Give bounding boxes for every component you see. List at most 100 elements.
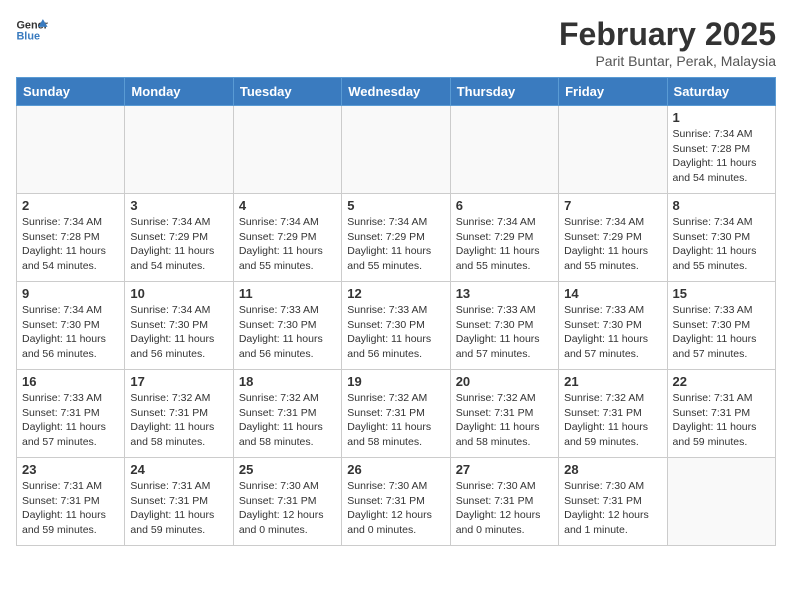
calendar-week-row: 23 Sunrise: 7:31 AMSunset: 7:31 PMDayligh…	[17, 458, 776, 546]
calendar-day-cell: 12Sunrise: 7:33 AMSunset: 7:30 PMDayligh…	[342, 282, 450, 370]
calendar-day-cell	[450, 106, 558, 194]
page-header: General Blue February 2025 Parit Buntar,…	[16, 16, 776, 69]
day-number: 22	[673, 374, 770, 389]
calendar-day-cell: 8 Sunrise: 7:34 AMSunset: 7:30 PMDaylight…	[667, 194, 775, 282]
day-number: 8	[673, 198, 770, 213]
day-info: Sunrise: 7:31 AMSunset: 7:31 PMDaylight:…	[22, 479, 119, 538]
calendar-day-cell: 20 Sunrise: 7:32 AMSunset: 7:31 PMDayligh…	[450, 370, 558, 458]
calendar-week-row: 9 Sunrise: 7:34 AMSunset: 7:30 PMDaylight…	[17, 282, 776, 370]
logo-icon: General Blue	[16, 16, 48, 44]
day-number: 1	[673, 110, 770, 125]
day-info: Sunrise: 7:33 AMSunset: 7:31 PMDaylight:…	[22, 391, 119, 450]
day-info: Sunrise: 7:33 AMSunset: 7:30 PMDaylight:…	[673, 303, 770, 362]
day-number: 18	[239, 374, 336, 389]
day-info: Sunrise: 7:33 AMSunset: 7:30 PMDaylight:…	[564, 303, 661, 362]
day-of-week-header: Saturday	[667, 78, 775, 106]
day-info: Sunrise: 7:32 AMSunset: 7:31 PMDaylight:…	[347, 391, 444, 450]
day-number: 9	[22, 286, 119, 301]
calendar-day-cell	[125, 106, 233, 194]
calendar-day-cell: 27 Sunrise: 7:30 AMSunset: 7:31 PMDayligh…	[450, 458, 558, 546]
calendar-day-cell: 21 Sunrise: 7:32 AMSunset: 7:31 PMDayligh…	[559, 370, 667, 458]
day-number: 4	[239, 198, 336, 213]
day-number: 16	[22, 374, 119, 389]
calendar-day-cell: 14Sunrise: 7:33 AMSunset: 7:30 PMDayligh…	[559, 282, 667, 370]
day-info: Sunrise: 7:34 AMSunset: 7:30 PMDaylight:…	[22, 303, 119, 362]
day-number: 17	[130, 374, 227, 389]
calendar-day-cell: 7 Sunrise: 7:34 AMSunset: 7:29 PMDaylight…	[559, 194, 667, 282]
svg-text:Blue: Blue	[16, 30, 40, 42]
day-number: 24	[130, 462, 227, 477]
day-of-week-header: Thursday	[450, 78, 558, 106]
day-info: Sunrise: 7:31 AMSunset: 7:31 PMDaylight:…	[130, 479, 227, 538]
day-info: Sunrise: 7:33 AMSunset: 7:30 PMDaylight:…	[239, 303, 336, 362]
calendar-day-cell: 25 Sunrise: 7:30 AMSunset: 7:31 PMDayligh…	[233, 458, 341, 546]
day-number: 19	[347, 374, 444, 389]
day-info: Sunrise: 7:33 AMSunset: 7:30 PMDaylight:…	[347, 303, 444, 362]
calendar-day-cell: 5 Sunrise: 7:34 AMSunset: 7:29 PMDaylight…	[342, 194, 450, 282]
calendar-day-cell	[342, 106, 450, 194]
calendar-day-cell: 18Sunrise: 7:32 AMSunset: 7:31 PMDayligh…	[233, 370, 341, 458]
day-info: Sunrise: 7:34 AMSunset: 7:29 PMDaylight:…	[347, 215, 444, 274]
day-number: 6	[456, 198, 553, 213]
logo: General Blue	[16, 16, 48, 44]
month-title: February 2025	[559, 16, 776, 53]
calendar-day-cell	[17, 106, 125, 194]
day-number: 3	[130, 198, 227, 213]
day-info: Sunrise: 7:30 AMSunset: 7:31 PMDaylight:…	[456, 479, 553, 538]
day-number: 23	[22, 462, 119, 477]
day-of-week-header: Wednesday	[342, 78, 450, 106]
day-number: 28	[564, 462, 661, 477]
day-info: Sunrise: 7:32 AMSunset: 7:31 PMDaylight:…	[130, 391, 227, 450]
day-number: 25	[239, 462, 336, 477]
calendar-week-row: 16 Sunrise: 7:33 AMSunset: 7:31 PMDayligh…	[17, 370, 776, 458]
day-info: Sunrise: 7:31 AMSunset: 7:31 PMDaylight:…	[673, 391, 770, 450]
day-info: Sunrise: 7:34 AMSunset: 7:28 PMDaylight:…	[22, 215, 119, 274]
calendar-day-cell: 16 Sunrise: 7:33 AMSunset: 7:31 PMDayligh…	[17, 370, 125, 458]
day-number: 15	[673, 286, 770, 301]
day-number: 11	[239, 286, 336, 301]
day-info: Sunrise: 7:34 AMSunset: 7:30 PMDaylight:…	[130, 303, 227, 362]
calendar-day-cell: 26 Sunrise: 7:30 AMSunset: 7:31 PMDayligh…	[342, 458, 450, 546]
calendar-day-cell: 15 Sunrise: 7:33 AMSunset: 7:30 PMDayligh…	[667, 282, 775, 370]
day-of-week-header: Monday	[125, 78, 233, 106]
calendar-table: SundayMondayTuesdayWednesdayThursdayFrid…	[16, 77, 776, 546]
day-info: Sunrise: 7:30 AMSunset: 7:31 PMDaylight:…	[347, 479, 444, 538]
calendar-day-cell: 22 Sunrise: 7:31 AMSunset: 7:31 PMDayligh…	[667, 370, 775, 458]
day-info: Sunrise: 7:33 AMSunset: 7:30 PMDaylight:…	[456, 303, 553, 362]
calendar-day-cell: 4 Sunrise: 7:34 AMSunset: 7:29 PMDaylight…	[233, 194, 341, 282]
calendar-day-cell: 6 Sunrise: 7:34 AMSunset: 7:29 PMDaylight…	[450, 194, 558, 282]
day-number: 7	[564, 198, 661, 213]
day-number: 2	[22, 198, 119, 213]
calendar-day-cell	[667, 458, 775, 546]
day-number: 21	[564, 374, 661, 389]
day-number: 27	[456, 462, 553, 477]
day-info: Sunrise: 7:34 AMSunset: 7:29 PMDaylight:…	[564, 215, 661, 274]
day-info: Sunrise: 7:32 AMSunset: 7:31 PMDaylight:…	[564, 391, 661, 450]
day-info: Sunrise: 7:32 AMSunset: 7:31 PMDaylight:…	[456, 391, 553, 450]
day-info: Sunrise: 7:34 AMSunset: 7:29 PMDaylight:…	[456, 215, 553, 274]
day-info: Sunrise: 7:34 AMSunset: 7:29 PMDaylight:…	[130, 215, 227, 274]
day-of-week-header: Tuesday	[233, 78, 341, 106]
calendar-day-cell: 24 Sunrise: 7:31 AMSunset: 7:31 PMDayligh…	[125, 458, 233, 546]
day-info: Sunrise: 7:30 AMSunset: 7:31 PMDaylight:…	[239, 479, 336, 538]
title-block: February 2025 Parit Buntar, Perak, Malay…	[559, 16, 776, 69]
calendar-day-cell: 19 Sunrise: 7:32 AMSunset: 7:31 PMDayligh…	[342, 370, 450, 458]
day-number: 5	[347, 198, 444, 213]
calendar-day-cell: 23 Sunrise: 7:31 AMSunset: 7:31 PMDayligh…	[17, 458, 125, 546]
day-number: 20	[456, 374, 553, 389]
day-info: Sunrise: 7:34 AMSunset: 7:30 PMDaylight:…	[673, 215, 770, 274]
day-of-week-header: Friday	[559, 78, 667, 106]
calendar-day-cell: 17 Sunrise: 7:32 AMSunset: 7:31 PMDayligh…	[125, 370, 233, 458]
calendar-day-cell: 2 Sunrise: 7:34 AMSunset: 7:28 PMDaylight…	[17, 194, 125, 282]
calendar-day-cell: 10 Sunrise: 7:34 AMSunset: 7:30 PMDayligh…	[125, 282, 233, 370]
day-number: 26	[347, 462, 444, 477]
day-of-week-header: Sunday	[17, 78, 125, 106]
day-info: Sunrise: 7:34 AMSunset: 7:29 PMDaylight:…	[239, 215, 336, 274]
day-info: Sunrise: 7:30 AMSunset: 7:31 PMDaylight:…	[564, 479, 661, 538]
calendar-day-cell: 1Sunrise: 7:34 AMSunset: 7:28 PMDaylight…	[667, 106, 775, 194]
day-number: 10	[130, 286, 227, 301]
calendar-day-cell: 9 Sunrise: 7:34 AMSunset: 7:30 PMDaylight…	[17, 282, 125, 370]
calendar-day-cell: 13Sunrise: 7:33 AMSunset: 7:30 PMDayligh…	[450, 282, 558, 370]
calendar-day-cell: 11 Sunrise: 7:33 AMSunset: 7:30 PMDayligh…	[233, 282, 341, 370]
calendar-day-cell	[559, 106, 667, 194]
